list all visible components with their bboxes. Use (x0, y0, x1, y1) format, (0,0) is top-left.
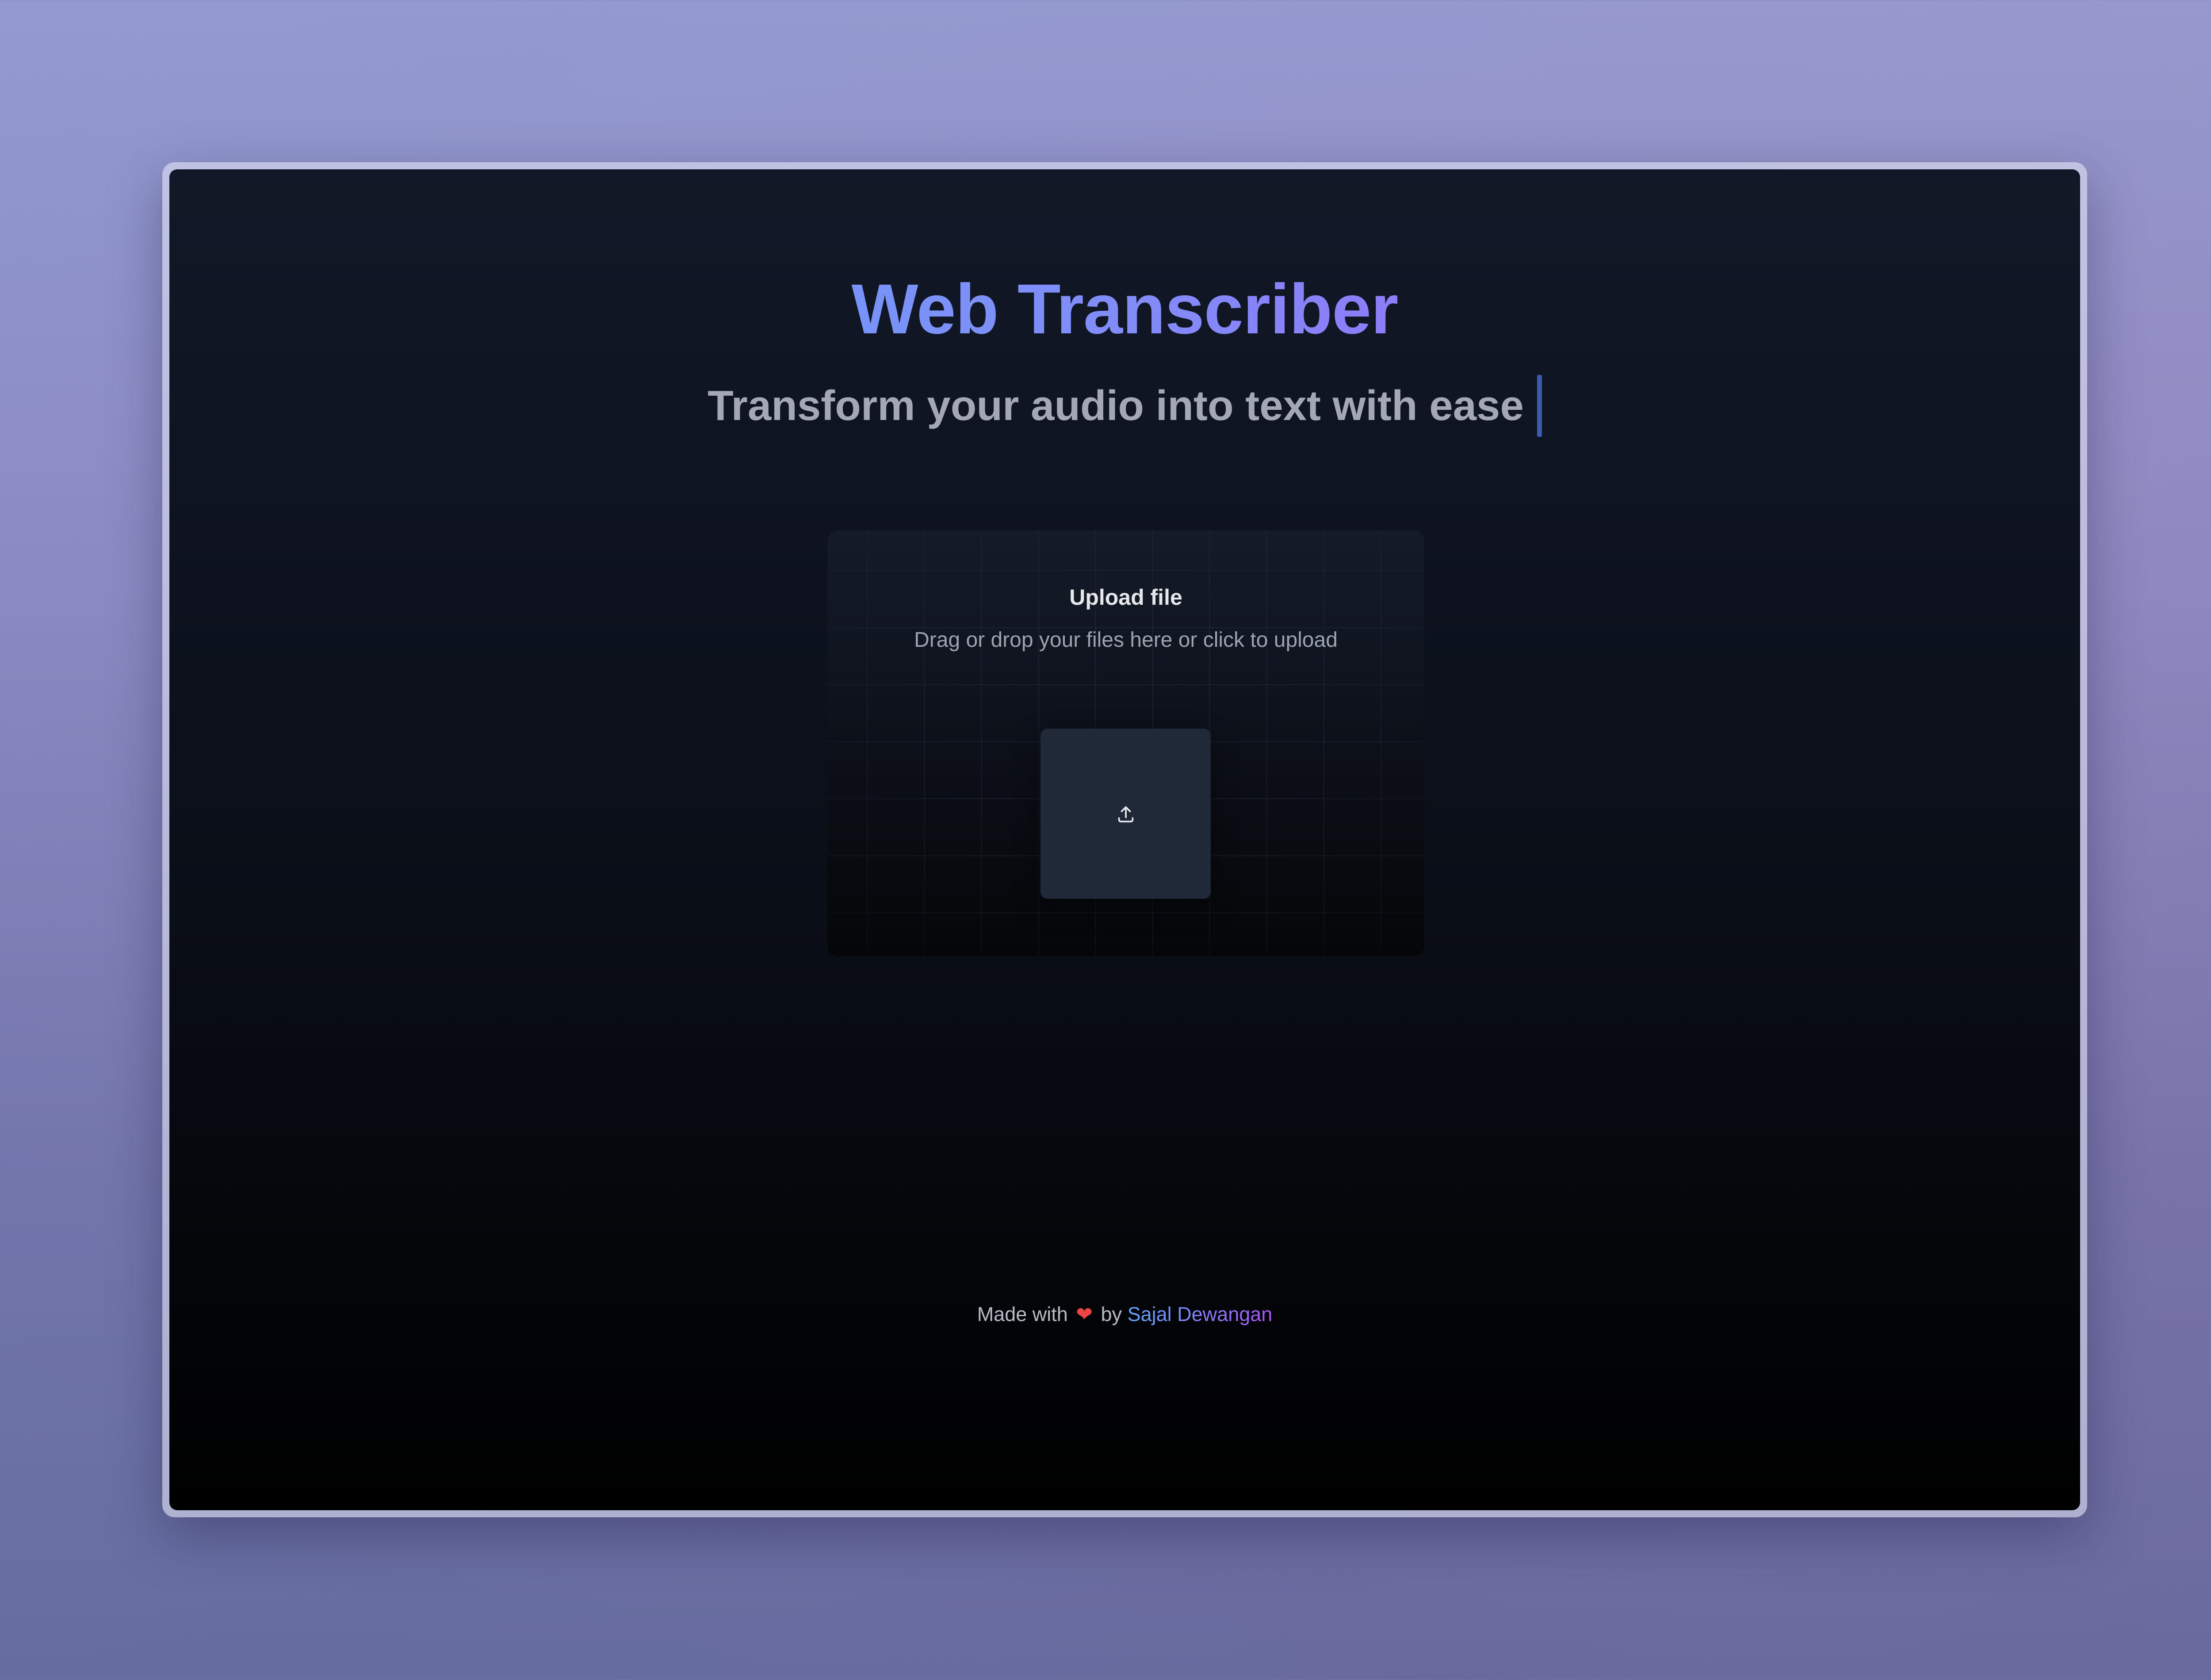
file-upload-dropzone[interactable]: Upload file Drag or drop your files here… (827, 531, 1424, 956)
footer-prefix: Made with (977, 1303, 1068, 1325)
typing-cursor (1537, 375, 1542, 437)
subtitle-row: Transform your audio into text with ease (169, 370, 2080, 441)
upload-button[interactable] (1040, 729, 1211, 899)
browser-window-frame: Web Transcriber Transform your audio int… (162, 162, 2087, 1517)
upload-heading: Upload file (1069, 585, 1182, 610)
footer-credit: Made with ❤ by Sajal Dewangan (169, 1302, 2080, 1326)
upload-icon (1116, 804, 1136, 824)
page-title: Web Transcriber (169, 267, 2080, 351)
heart-icon: ❤ (1076, 1303, 1093, 1325)
app-window: Web Transcriber Transform your audio int… (169, 169, 2080, 1510)
footer-by: by (1101, 1303, 1122, 1325)
page-subtitle: Transform your audio into text with ease (708, 382, 1524, 429)
upload-description: Drag or drop your files here or click to… (914, 628, 1338, 652)
author-link[interactable]: Sajal Dewangan (1128, 1303, 1273, 1325)
